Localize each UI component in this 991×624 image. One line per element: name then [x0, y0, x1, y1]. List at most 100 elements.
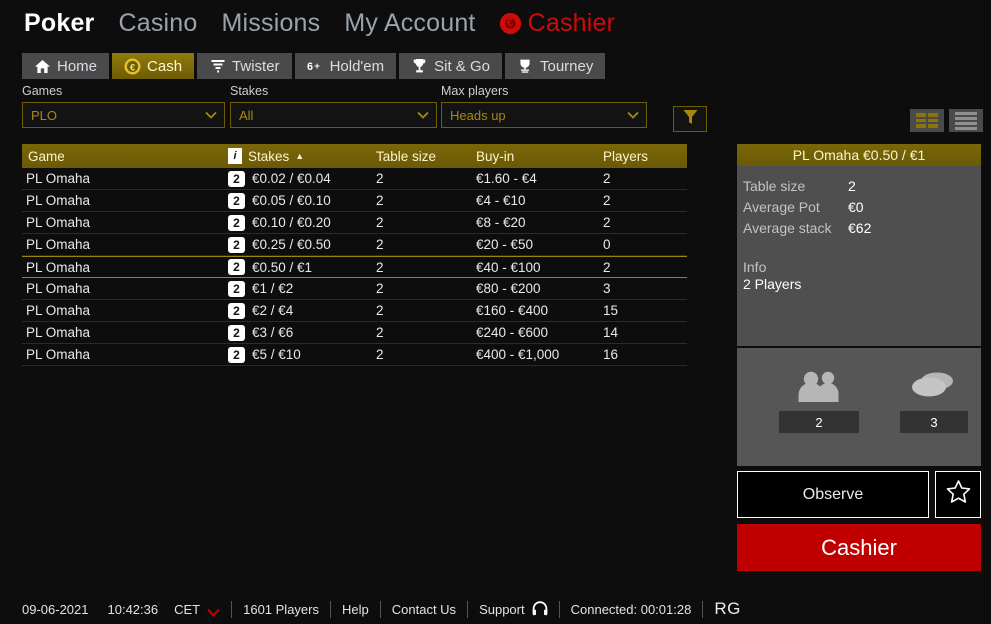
- cell-game: PL Omaha: [22, 215, 228, 230]
- nav-item-cashier[interactable]: Cashier: [499, 8, 616, 38]
- table-row[interactable]: PL Omaha 2 €0.50 / €1 2 €40 - €100 2: [22, 256, 687, 278]
- status-bar: 09-06-2021 10:42:36 CET 1601 Players Hel…: [0, 594, 991, 624]
- detail-stat-row: Average Pot €0: [743, 197, 981, 218]
- observe-button-label: Observe: [802, 485, 864, 503]
- observe-button[interactable]: Observe: [737, 471, 929, 518]
- cell-buy-in: €400 - €1,000: [476, 347, 603, 362]
- cell-table-size-text: 2: [376, 259, 384, 275]
- nav-item-cashier-label: Cashier: [527, 8, 616, 37]
- cell-buy-in: €40 - €100: [476, 260, 603, 275]
- funnel-filter-icon: [683, 109, 698, 130]
- table-row[interactable]: PL Omaha 2 €3 / €6 2 €240 - €600 14: [22, 322, 687, 344]
- cashier-button[interactable]: Cashier: [737, 524, 981, 571]
- tab-sit-and-go[interactable]: Sit & Go: [399, 53, 502, 79]
- filter-games-label: Games: [22, 84, 63, 98]
- column-header-buy-in-label: Buy-in: [476, 148, 515, 164]
- filter-max-players-label: Max players: [441, 84, 509, 98]
- games-select[interactable]: PLO: [22, 102, 225, 128]
- table-row[interactable]: PL Omaha 2 €0.25 / €0.50 2 €20 - €50 0: [22, 234, 687, 256]
- cell-game-text: PL Omaha: [26, 303, 91, 318]
- cell-players-text: 0: [603, 237, 611, 252]
- detail-stat-value: €62: [848, 220, 872, 236]
- cell-players: 2: [603, 193, 687, 208]
- table-row[interactable]: PL Omaha 2 €5 / €10 2 €400 - €1,000 16: [22, 344, 687, 366]
- players-counter: 2: [767, 366, 871, 433]
- tab-tourney[interactable]: Tourney: [504, 53, 606, 79]
- column-header-buy-in[interactable]: Buy-in: [476, 149, 603, 164]
- status-support-link[interactable]: Support: [479, 600, 548, 618]
- cashier-button-label: Cashier: [821, 534, 897, 560]
- responsible-gaming-link[interactable]: RG: [714, 599, 741, 619]
- column-header-players[interactable]: Players: [603, 149, 687, 164]
- cell-players: 2: [603, 215, 687, 230]
- table-row[interactable]: PL Omaha 2 €0.10 / €0.20 2 €8 - €20 2: [22, 212, 687, 234]
- cell-buy-in: €160 - €400: [476, 303, 603, 318]
- status-time: 10:42:36: [107, 601, 159, 617]
- euro-chip-icon: €: [124, 58, 141, 75]
- cell-buy-in: €20 - €50: [476, 237, 603, 252]
- nav-item-my-account-label: My Account: [344, 8, 476, 37]
- status-datetime[interactable]: 09-06-2021 10:42:36 CET: [22, 602, 220, 617]
- table-row[interactable]: PL Omaha 2 €2 / €4 2 €160 - €400 15: [22, 300, 687, 322]
- cell-stakes-text: €5 / €10: [252, 347, 301, 362]
- column-header-game-label: Game: [28, 148, 65, 164]
- status-help-link[interactable]: Help: [342, 602, 369, 617]
- chevron-down-red-icon[interactable]: [207, 605, 220, 617]
- detail-stat-value: €0: [848, 199, 864, 215]
- nav-item-casino[interactable]: Casino: [118, 9, 197, 38]
- cell-game-text: PL Omaha: [26, 215, 91, 230]
- grid-view-button[interactable]: [910, 109, 944, 132]
- cell-players-text: 2: [603, 193, 611, 208]
- tab-twister[interactable]: Twister: [197, 53, 292, 79]
- cell-buy-in: €80 - €200: [476, 281, 603, 296]
- filter-funnel-button[interactable]: [673, 106, 707, 132]
- cell-table-size: 2: [376, 215, 476, 230]
- nav-item-missions[interactable]: Missions: [222, 9, 321, 38]
- house-icon: [34, 58, 51, 75]
- status-divider: [558, 600, 560, 618]
- cell-players: 15: [603, 303, 687, 318]
- stakes-select[interactable]: All: [230, 102, 437, 128]
- cell-stakes-text: €1 / €2: [252, 281, 294, 296]
- detail-info-label: Info: [743, 259, 767, 275]
- responsible-gaming-label: RG: [714, 599, 741, 618]
- column-header-table-size[interactable]: Table size: [376, 149, 476, 164]
- chevron-down-icon: [417, 109, 429, 121]
- tab-cash[interactable]: € Cash: [112, 53, 195, 79]
- stakes-select-value: All: [239, 107, 254, 123]
- tab-holdem[interactable]: 6 + Hold'em: [294, 53, 397, 79]
- cell-game: PL Omaha: [22, 347, 228, 362]
- column-header-stakes-label: Stakes: [248, 148, 290, 164]
- max-players-select[interactable]: Heads up: [441, 102, 647, 128]
- cell-stakes-text: €0.25 / €0.50: [252, 237, 331, 252]
- cell-players: 14: [603, 325, 687, 340]
- column-header-stakes[interactable]: i Stakes ▲: [228, 148, 376, 164]
- favorite-button[interactable]: [935, 471, 981, 518]
- filter-max-players: Max players Heads up: [441, 84, 647, 128]
- table-row[interactable]: PL Omaha 2 €1 / €2 2 €80 - €200 3: [22, 278, 687, 300]
- cell-table-size: 2: [376, 303, 476, 318]
- cell-players: 2: [603, 171, 687, 186]
- cell-stakes: 2 €0.50 / €1: [228, 259, 376, 275]
- cell-players-text: 14: [603, 325, 619, 340]
- tab-home[interactable]: Home: [22, 53, 110, 79]
- players-counter-value: 2: [779, 411, 859, 433]
- cell-game: PL Omaha: [22, 193, 228, 208]
- detail-stat-value: 2: [848, 178, 856, 194]
- cell-buy-in: €4 - €10: [476, 193, 603, 208]
- cell-stakes-text: €0.05 / €0.10: [252, 193, 331, 208]
- nav-item-poker[interactable]: Poker: [24, 9, 94, 38]
- cell-game: PL Omaha: [22, 260, 228, 275]
- list-view-button[interactable]: [949, 109, 983, 132]
- info-icon[interactable]: i: [228, 148, 242, 164]
- cell-buy-in: €8 - €20: [476, 215, 603, 230]
- table-row[interactable]: PL Omaha 2 €0.02 / €0.04 2 €1.60 - €4 2: [22, 168, 687, 190]
- nav-item-my-account[interactable]: My Account: [344, 9, 475, 38]
- cell-table-size: 2: [376, 281, 476, 296]
- table-row[interactable]: PL Omaha 2 €0.05 / €0.10 2 €4 - €10 2: [22, 190, 687, 212]
- status-contact-link[interactable]: Contact Us: [392, 602, 456, 617]
- people-icon: [767, 366, 871, 406]
- column-header-game[interactable]: Game: [22, 149, 228, 164]
- detail-stat-key: Table size: [743, 178, 806, 194]
- cell-players: 2: [603, 260, 687, 275]
